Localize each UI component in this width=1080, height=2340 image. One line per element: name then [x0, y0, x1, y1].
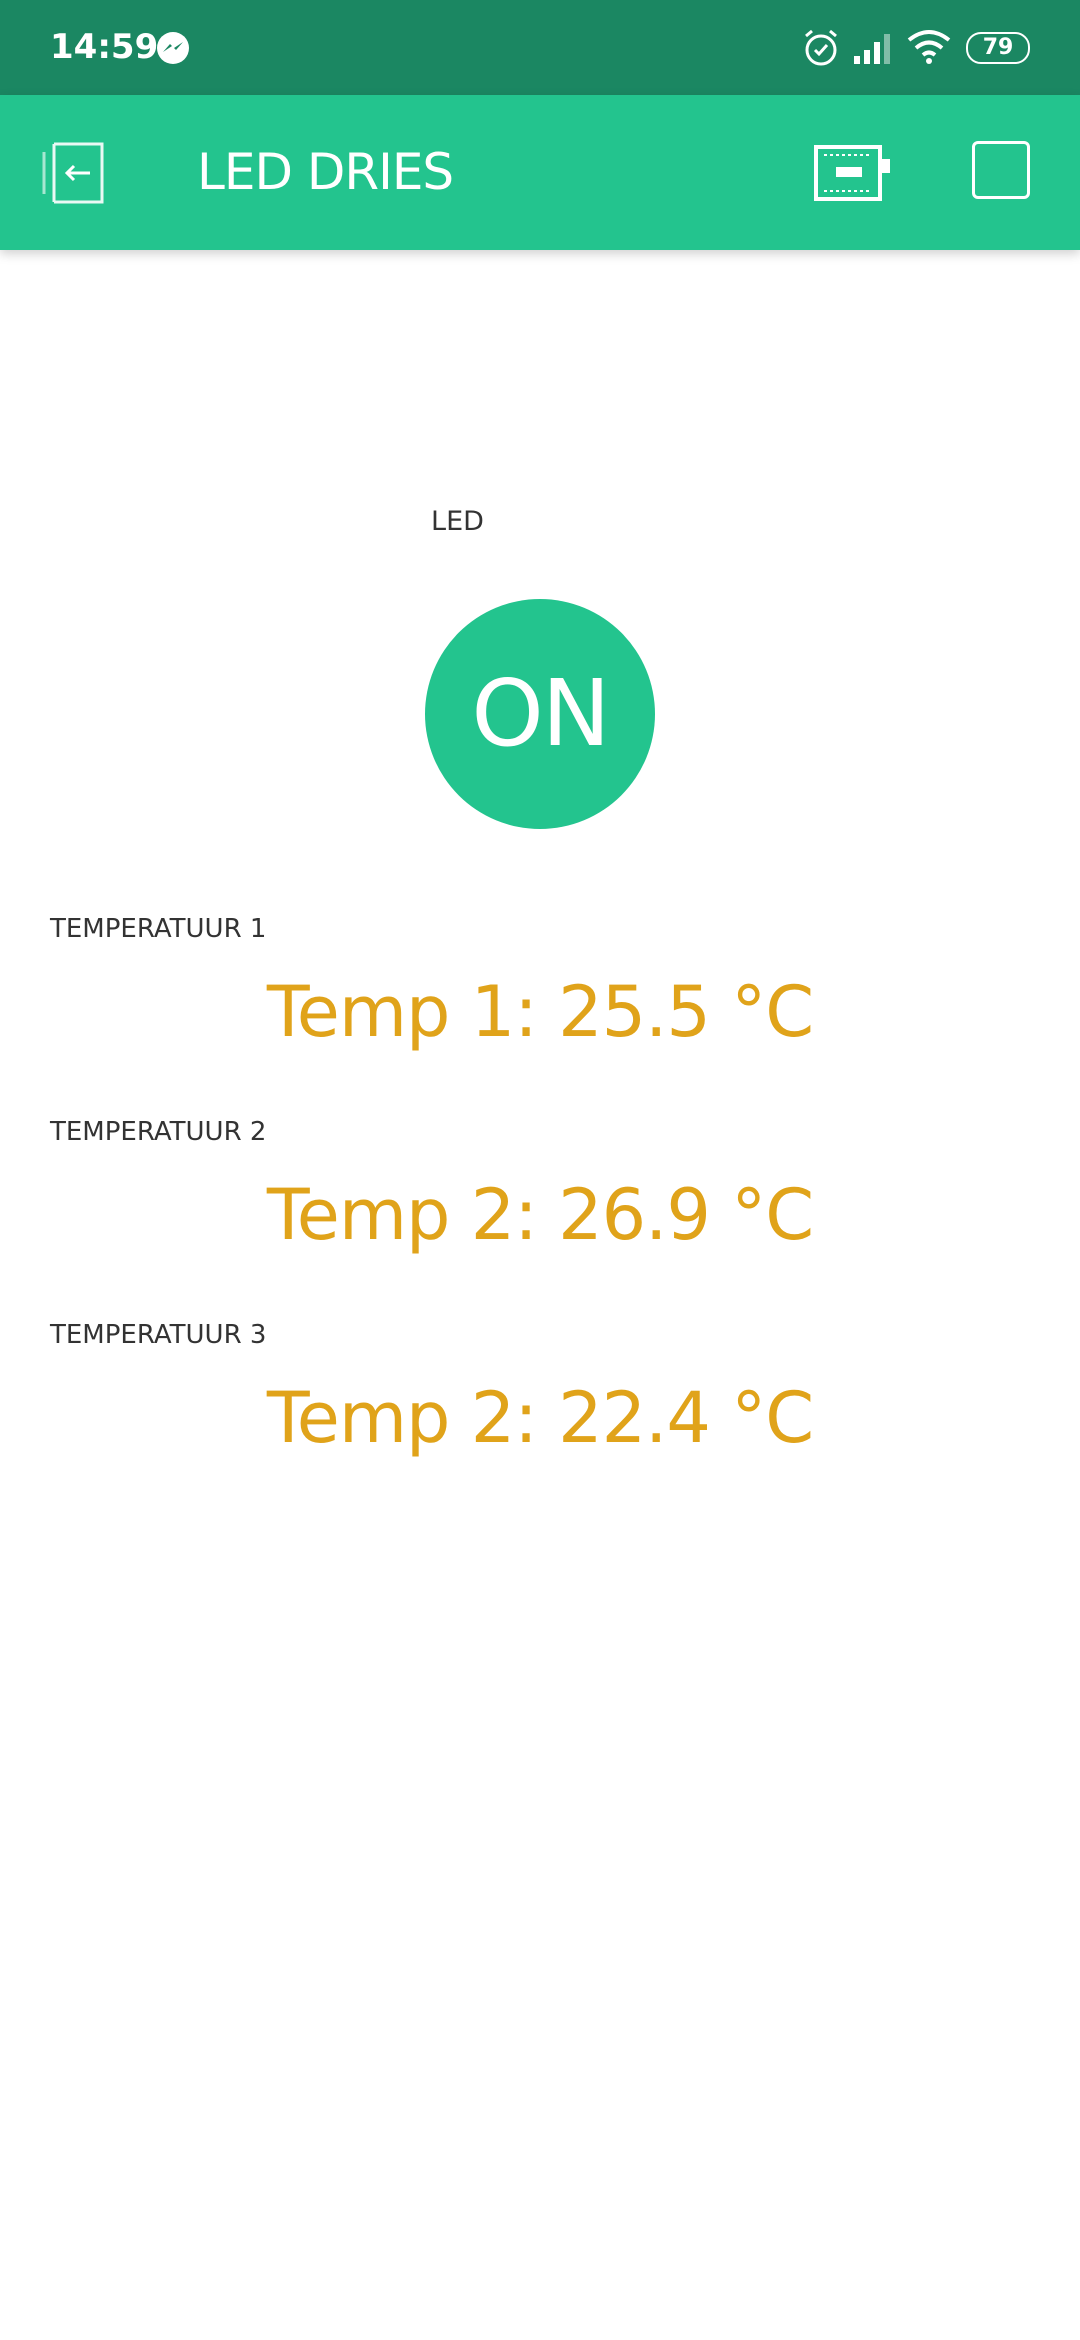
messenger-icon [157, 32, 189, 64]
app-bar: LED DRIES [0, 95, 1080, 250]
add-widget-button[interactable] [972, 141, 1030, 199]
battery-level: 79 [982, 35, 1014, 60]
temperature-2-value: Temp 2: 26.9 °C [266, 1174, 814, 1256]
temperature-2-label: TEMPERATUUR 2 [50, 1117, 267, 1147]
wifi-icon [907, 30, 951, 64]
led-widget-label: LED [431, 506, 484, 537]
temperature-3-label: TEMPERATUUR 3 [50, 1320, 267, 1350]
device-board-icon[interactable] [812, 143, 892, 203]
back-icon[interactable] [40, 140, 110, 206]
alarm-icon [805, 29, 837, 66]
battery-icon: 79 [966, 32, 1032, 64]
status-time: 14:59 [50, 27, 159, 67]
app-title: LED DRIES [197, 143, 454, 201]
signal-icon [854, 34, 890, 64]
temperature-1-value: Temp 1: 25.5 °C [266, 971, 814, 1053]
status-bar: 14:59 79 [0, 0, 1080, 95]
temperature-1-label: TEMPERATUUR 1 [50, 914, 267, 944]
temperature-3-value: Temp 2: 22.4 °C [266, 1377, 814, 1459]
led-toggle-button[interactable]: ON [425, 599, 655, 829]
